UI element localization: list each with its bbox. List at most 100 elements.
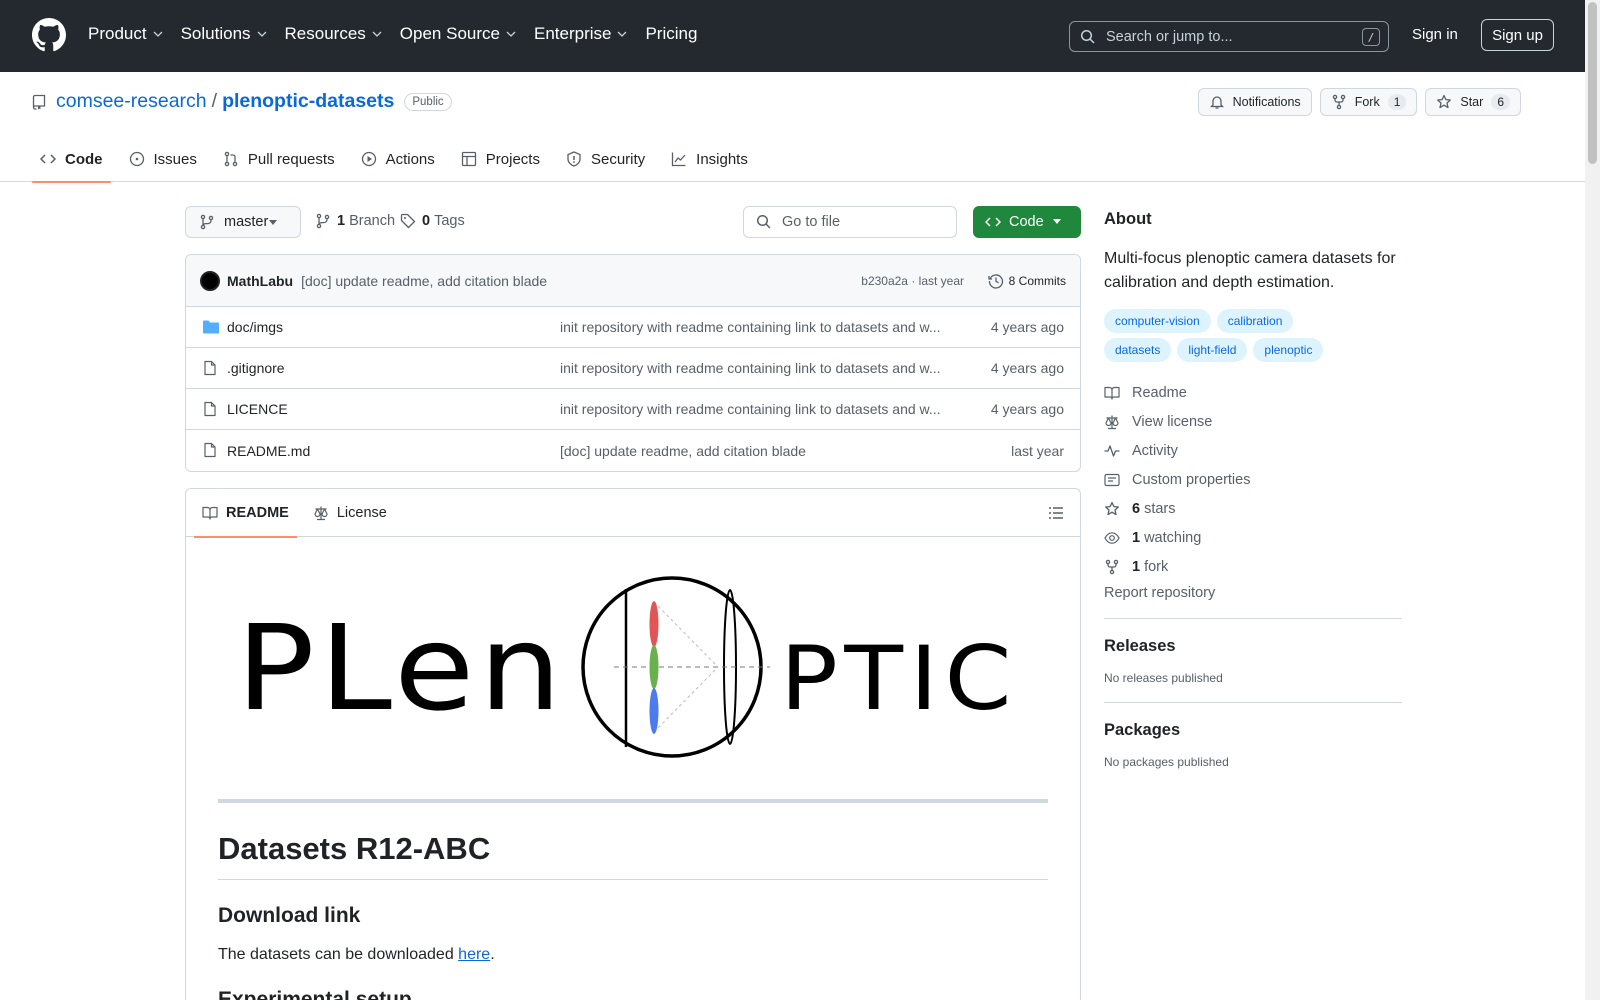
tab-readme[interactable]: README: [194, 489, 297, 538]
file-name-link[interactable]: .gitignore: [227, 360, 285, 376]
search-shortcut-key: /: [1362, 28, 1380, 46]
tab-issues-label: Issues: [153, 150, 197, 168]
repo-actions: Notifications Fork 1 Star 6: [1197, 88, 1521, 116]
tab-projects[interactable]: Projects: [453, 136, 548, 182]
packages-title[interactable]: Packages: [1104, 721, 1402, 740]
report-repository-link[interactable]: Report repository: [1104, 585, 1402, 601]
tab-license[interactable]: License: [305, 489, 395, 537]
star-count: 6: [1491, 94, 1510, 110]
notifications-label: Notifications: [1232, 95, 1301, 109]
activity-link[interactable]: Activity: [1104, 436, 1402, 465]
file-row[interactable]: LICENCE init repository with readme cont…: [186, 389, 1080, 430]
topic-tag[interactable]: calibration: [1216, 309, 1294, 333]
releases-title[interactable]: Releases: [1104, 637, 1402, 656]
page-scrollbar[interactable]: [1585, 0, 1600, 1000]
repo-icon: [32, 94, 46, 110]
graph-icon: [672, 152, 686, 167]
bell-icon: [1209, 96, 1224, 109]
repo-owner-link[interactable]: comsee-research: [56, 90, 207, 113]
forks-count: 1: [1132, 558, 1141, 575]
nav-solutions[interactable]: Solutions: [181, 24, 267, 44]
topic-tag[interactable]: plenoptic: [1253, 338, 1324, 362]
topic-tag[interactable]: computer-vision: [1104, 309, 1211, 333]
readme-link[interactable]: Readme: [1104, 378, 1402, 407]
tab-actions[interactable]: Actions: [353, 136, 443, 182]
branch-icon: [200, 214, 214, 230]
readme-body: PLen PTIC Datasets R12-ABC Download link…: [186, 537, 1080, 1000]
forks-label: fork: [1144, 558, 1169, 575]
global-header: Product Solutions Resources Open Source …: [0, 0, 1585, 72]
nav-solutions-label: Solutions: [180, 24, 251, 43]
file-row[interactable]: README.md [doc] update readme, add citat…: [186, 430, 1080, 471]
star-icon: [1105, 501, 1119, 515]
file-icon: [204, 360, 216, 376]
download-paragraph: The datasets can be downloaded here.: [218, 946, 1048, 964]
fork-icon: [1105, 559, 1119, 574]
fork-button[interactable]: Fork 1: [1319, 88, 1418, 116]
star-icon: [1437, 94, 1452, 109]
file-commit-message[interactable]: init repository with readme containing l…: [560, 401, 946, 417]
tab-issues[interactable]: Issues: [121, 136, 205, 182]
tab-insights[interactable]: Insights: [663, 136, 756, 182]
commits-count-label: 8 Commits: [1008, 273, 1066, 288]
global-search-input[interactable]: Search or jump to... /: [1069, 21, 1389, 52]
commits-count-link[interactable]: 8 Commits: [988, 273, 1066, 289]
file-name-link[interactable]: doc/imgs: [227, 319, 283, 335]
license-link[interactable]: View license: [1104, 407, 1402, 436]
commit-author-link[interactable]: MathLabu: [227, 273, 293, 289]
commit-hash-age[interactable]: b230a2a · last year: [861, 274, 964, 288]
nav-product[interactable]: Product: [88, 24, 163, 44]
eye-icon: [1104, 531, 1120, 544]
tags-link[interactable]: 0 Tags: [400, 213, 465, 229]
topic-tag[interactable]: datasets: [1104, 338, 1172, 362]
download-link[interactable]: here: [458, 946, 490, 963]
readme-panel: README License PLen PTIC Datasets R12-AB…: [185, 488, 1081, 1000]
nav-resources[interactable]: Resources: [285, 24, 382, 44]
repo-name-link[interactable]: plenoptic-datasets: [222, 90, 394, 113]
file-row[interactable]: .gitignore init repository with readme c…: [186, 348, 1080, 389]
divider: [1104, 618, 1402, 619]
law-scale-icon: [1105, 415, 1119, 429]
file-name-link[interactable]: README.md: [227, 443, 310, 459]
sign-up-button[interactable]: Sign up: [1481, 19, 1554, 51]
notifications-button[interactable]: Notifications: [1197, 88, 1312, 116]
nav-product-label: Product: [88, 24, 147, 43]
tab-license-label: License: [336, 504, 387, 521]
tab-code[interactable]: Code: [32, 136, 111, 183]
activity-link-label: Activity: [1132, 442, 1178, 459]
star-button[interactable]: Star 6: [1425, 88, 1521, 116]
tab-pull-requests-label: Pull requests: [247, 150, 335, 168]
file-commit-message[interactable]: init repository with readme containing l…: [560, 319, 946, 335]
file-commit-message[interactable]: [doc] update readme, add citation blade: [560, 443, 946, 459]
file-commit-message[interactable]: init repository with readme containing l…: [560, 360, 946, 376]
nav-open-source[interactable]: Open Source: [400, 24, 516, 44]
sign-in-link[interactable]: Sign in: [1412, 26, 1458, 43]
list-unordered-icon[interactable]: [1048, 505, 1064, 521]
commit-message-link[interactable]: [doc] update readme, add citation blade: [301, 273, 547, 289]
github-logo-icon[interactable]: [32, 18, 66, 52]
releases-empty: No releases published: [1104, 671, 1223, 685]
branch-selector[interactable]: master: [185, 206, 301, 238]
branches-link[interactable]: 1 Branch: [315, 213, 395, 229]
license-link-label: View license: [1132, 413, 1213, 430]
code-dropdown-button[interactable]: Code: [973, 206, 1081, 238]
divider: [218, 799, 1048, 803]
stars-link[interactable]: 6 stars: [1104, 494, 1402, 523]
scrollbar-thumb[interactable]: [1588, 2, 1597, 164]
watching-link[interactable]: 1 watching: [1104, 523, 1402, 552]
nav-enterprise[interactable]: Enterprise: [534, 24, 627, 44]
watching-label: watching: [1144, 529, 1202, 546]
custom-properties-link[interactable]: Custom properties: [1104, 465, 1402, 494]
forks-link[interactable]: 1 fork: [1104, 552, 1402, 581]
file-name-link[interactable]: LICENCE: [227, 401, 288, 417]
tab-security[interactable]: Security: [558, 136, 653, 182]
go-to-file-input[interactable]: Go to file: [743, 206, 957, 238]
file-row[interactable]: doc/imgs init repository with readme con…: [186, 307, 1080, 348]
search-icon: [1080, 29, 1095, 44]
tab-pull-requests[interactable]: Pull requests: [215, 136, 343, 182]
folder-icon: [203, 320, 219, 334]
avatar[interactable]: [200, 270, 220, 291]
nav-pricing[interactable]: Pricing: [645, 24, 697, 44]
topic-tag[interactable]: light-field: [1177, 338, 1248, 362]
packages-section: Packages No packages published: [1104, 721, 1402, 769]
